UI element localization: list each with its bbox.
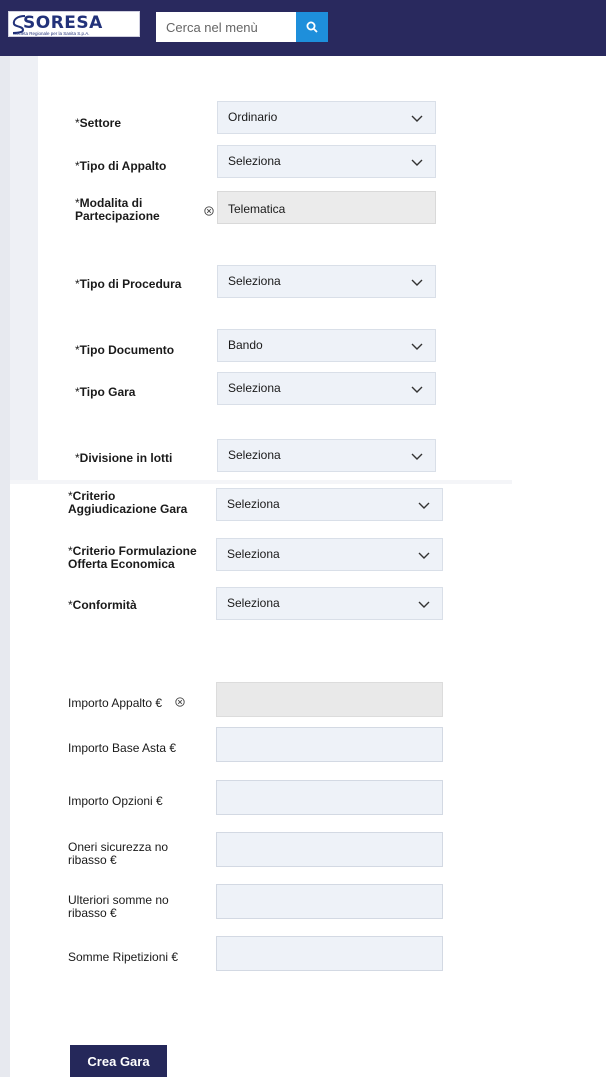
tipo-gara-value: Seleziona — [228, 381, 281, 395]
chevron-down-icon — [418, 601, 430, 608]
chevron-down-icon — [418, 502, 430, 509]
tipo-documento-label: *Tipo Documento — [75, 343, 175, 357]
tipo-gara-label: *Tipo Gara — [75, 385, 136, 399]
importo-opzioni-label: Importo Opzioni € — [68, 794, 163, 808]
left-strip — [0, 56, 10, 1077]
tipo-procedura-select[interactable]: Seleziona — [217, 265, 436, 298]
crea-gara-button[interactable]: Crea Gara — [70, 1045, 167, 1077]
tipo-procedura-value: Seleziona — [228, 274, 281, 288]
chevron-down-icon — [418, 552, 430, 559]
conformita-label: *Conformità — [68, 598, 137, 612]
conformita-value: Seleziona — [227, 596, 280, 610]
settore-value: Ordinario — [228, 110, 278, 124]
tipo-appalto-label: *Tipo di Appalto — [75, 159, 167, 173]
importo-base-asta-label: Importo Base Asta € — [68, 741, 177, 755]
criterio-aggiudicazione-value: Seleziona — [227, 497, 280, 511]
clear-icon[interactable] — [204, 206, 214, 216]
somme-ripetizioni-label: Somme Ripetizioni € — [68, 950, 179, 964]
top-header: SORESA Societa Regionale per la Sanita S… — [0, 0, 606, 56]
logo-subtitle: Societa Regionale per la Sanita S.p.A. — [13, 31, 90, 36]
ulteriori-somme-label: Ulteriori somme no ribasso € — [68, 893, 169, 920]
chevron-down-icon — [411, 279, 423, 286]
logo-text: SORESA — [23, 13, 103, 33]
chevron-down-icon — [411, 115, 423, 122]
menu-search-button[interactable] — [296, 12, 328, 42]
panel-divider — [10, 480, 512, 484]
criterio-formulazione-value: Seleziona — [227, 547, 280, 561]
chevron-down-icon — [411, 159, 423, 166]
ulteriori-somme-input[interactable] — [216, 884, 443, 919]
criterio-formulazione-select[interactable]: Seleziona — [216, 538, 443, 571]
oneri-sicurezza-label: Oneri sicurezza no ribasso € — [68, 840, 169, 867]
clear-icon[interactable] — [175, 697, 185, 707]
tipo-gara-select[interactable]: Seleziona — [217, 372, 436, 405]
tipo-appalto-value: Seleziona — [228, 154, 281, 168]
chevron-down-icon — [411, 453, 423, 460]
criterio-aggiudicazione-label: *Criterio Aggiudicazione Gara — [68, 489, 188, 516]
modalita-label: *Modalita di Partecipazione — [75, 196, 160, 223]
chevron-down-icon — [411, 343, 423, 350]
tipo-documento-select[interactable]: Bando — [217, 329, 436, 362]
soresa-logo[interactable]: SORESA Societa Regionale per la Sanita S… — [8, 11, 140, 37]
criterio-formulazione-label: *Criterio Formulazione Offerta Economica — [68, 544, 197, 571]
importo-appalto-label: Importo Appalto € — [68, 696, 163, 710]
divisione-lotti-select[interactable]: Seleziona — [217, 439, 436, 472]
importo-opzioni-input[interactable] — [216, 780, 443, 815]
tipo-documento-value: Bando — [228, 338, 263, 352]
settore-label: *Settore — [75, 116, 122, 130]
conformita-select[interactable]: Seleziona — [216, 587, 443, 620]
importo-base-asta-input[interactable] — [216, 727, 443, 762]
divisione-lotti-label: *Divisione in lotti — [75, 451, 173, 465]
oneri-sicurezza-input[interactable] — [216, 832, 443, 867]
panel-strip — [10, 56, 38, 480]
divisione-lotti-value: Seleziona — [228, 448, 281, 462]
somme-ripetizioni-input[interactable] — [216, 936, 443, 971]
criterio-aggiudicazione-select[interactable]: Seleziona — [216, 488, 443, 521]
modalita-value: Telematica — [228, 202, 286, 216]
chevron-down-icon — [411, 386, 423, 393]
tipo-procedura-label: *Tipo di Procedura — [75, 277, 182, 291]
search-icon — [306, 21, 318, 33]
menu-search-input[interactable] — [156, 12, 296, 42]
importo-appalto-input — [216, 682, 443, 717]
tipo-appalto-select[interactable]: Seleziona — [217, 145, 436, 178]
settore-select[interactable]: Ordinario — [217, 101, 436, 134]
modalita-field: Telematica — [217, 191, 436, 224]
